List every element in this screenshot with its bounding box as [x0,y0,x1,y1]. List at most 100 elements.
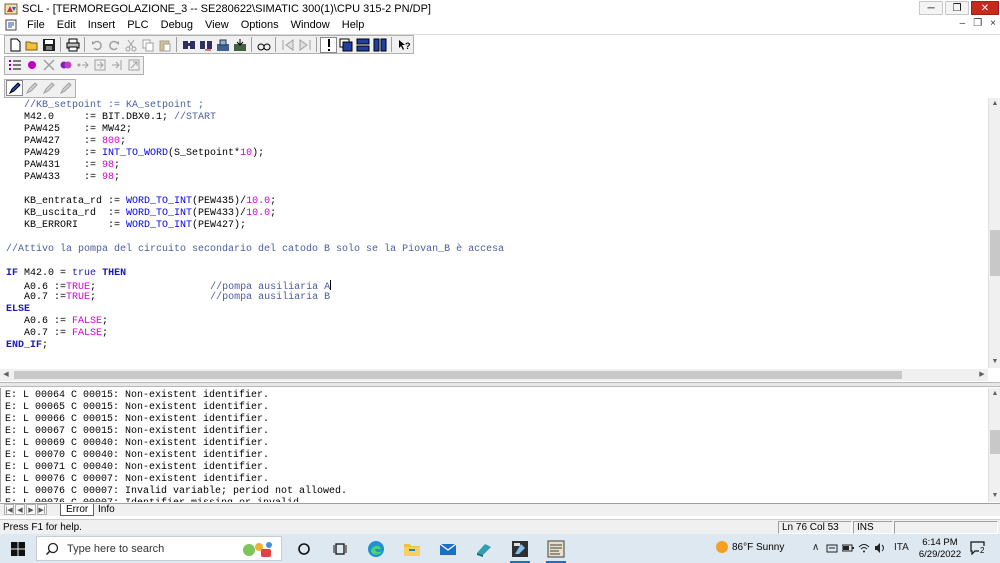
error-message[interactable]: E: L 00064 C 00015: Non-existent identif… [5,390,269,402]
redo-icon[interactable] [105,37,122,53]
window-cascade-icon[interactable] [337,37,354,53]
monitor-glasses-icon[interactable] [255,37,272,53]
language-indicator[interactable]: ITA [894,542,909,553]
code-line[interactable]: PAW427 := 800; [0,136,126,148]
close-button[interactable]: ✕ [971,1,999,15]
mdi-restore-button[interactable]: ❐ [973,18,982,29]
paste-icon[interactable] [156,37,173,53]
minimize-button[interactable]: ─ [919,1,943,15]
task-view-button[interactable] [286,534,322,563]
error-message[interactable]: E: L 00076 C 00007: Identifier missing o… [5,498,305,502]
code-line[interactable]: A0.7 :=TRUE; //pompa ausiliaria B [0,292,330,304]
editor-horizontal-scrollbar[interactable]: ◀ ▶ [0,369,988,381]
exclamation-icon[interactable] [320,36,337,53]
code-line[interactable]: PAW431 := 98; [0,160,120,172]
code-line[interactable]: KB_entrata_rd := WORD_TO_INT(PEW435)/10.… [0,196,276,208]
code-line[interactable]: PAW433 := 98; [0,172,120,184]
taskbar-search-box[interactable]: Type here to search [36,536,282,561]
tab-last-icon[interactable]: ▶| [37,504,47,515]
menu-options[interactable]: Options [235,18,285,32]
code-line[interactable]: ELSE [0,304,30,316]
scroll-right-arrow-icon[interactable]: ▶ [976,369,988,381]
taskbar-file-explorer[interactable] [394,534,430,563]
code-line[interactable]: A0.6 := FALSE; [0,316,108,328]
maximize-button[interactable]: ❐ [945,1,969,15]
error-message[interactable]: E: L 00071 C 00040: Non-existent identif… [5,462,269,474]
code-line[interactable]: PAW425 := MW42; [0,124,132,136]
menu-file[interactable]: File [21,18,51,32]
menu-plc[interactable]: PLC [121,18,154,32]
save-icon[interactable] [40,37,57,53]
list-icon[interactable] [6,57,23,73]
window-tile-vertical-icon[interactable] [371,37,388,53]
find-icon[interactable] [180,37,197,53]
code-editor[interactable]: //KB_setpoint := KA_setpoint ; M42.0 := … [0,98,988,368]
code-line[interactable]: END_IF; [0,340,48,352]
tab-prev-icon[interactable]: ◀ [15,504,25,515]
error-vertical-scrollbar[interactable]: ▲ ▼ [988,388,1000,502]
taskbar-clock[interactable]: 6:14 PM 6/29/2022 [916,537,964,561]
tab-error[interactable]: Error [60,504,95,516]
tab-first-icon[interactable]: |◀ [4,504,14,515]
menu-edit[interactable]: Edit [51,18,82,32]
code-line[interactable]: KB_ERRORI := WORD_TO_INT(PEW427); [0,220,246,232]
code-line[interactable]: PAW429 := INT_TO_WORD(S_Setpoint*10); [0,148,264,160]
breakpoint-prev-icon[interactable] [279,37,296,53]
error-scroll-up-arrow-icon[interactable]: ▲ [989,388,1000,400]
cut-icon[interactable] [122,37,139,53]
pen-edit-icon[interactable] [6,80,23,96]
battery-icon[interactable] [842,543,854,553]
menu-debug[interactable]: Debug [155,18,199,32]
menu-window[interactable]: Window [285,18,336,32]
volume-icon[interactable] [874,543,886,553]
code-line[interactable]: KB_uscita_rd := WORD_TO_INT(PEW433)/10.0… [0,208,276,220]
error-message[interactable]: E: L 00067 C 00015: Non-existent identif… [5,426,269,438]
error-message[interactable]: E: L 00070 C 00040: Non-existent identif… [5,450,269,462]
error-output-pane[interactable]: E: L 00064 C 00015: Non-existent identif… [0,388,988,502]
tray-overflow-chevron-icon[interactable]: ∧ [812,542,819,553]
print-icon[interactable] [64,37,81,53]
taskbar-mail[interactable] [430,534,466,563]
edit-gray-3-icon[interactable] [57,80,74,96]
taskbar-edge[interactable] [358,534,394,563]
menu-insert[interactable]: Insert [82,18,122,32]
scroll-left-arrow-icon[interactable]: ◀ [0,369,12,381]
editor-vertical-scrollbar[interactable]: ▲ ▼ [988,98,1000,368]
scroll-down-arrow-icon[interactable]: ▼ [989,356,1000,368]
network-icon[interactable] [858,543,870,553]
block-icon[interactable] [214,37,231,53]
document-icon[interactable] [5,19,17,31]
breakpoint-icon[interactable] [23,57,40,73]
menu-view[interactable]: View [199,18,235,32]
taskbar-step7[interactable] [466,534,502,563]
error-scroll-down-arrow-icon[interactable]: ▼ [989,490,1000,502]
step-over-icon[interactable] [74,57,91,73]
breakpoints-active-icon[interactable] [57,57,74,73]
editor-hscroll-thumb[interactable] [14,371,902,379]
editor-vscroll-thumb[interactable] [990,230,1000,276]
context-help-icon[interactable]: ? [395,37,412,53]
edit-gray-2-icon[interactable] [40,80,57,96]
breakpoint-next-icon[interactable] [296,37,313,53]
step-out-icon[interactable] [108,57,125,73]
taskbar-scl-editor[interactable] [502,534,538,563]
scroll-up-arrow-icon[interactable]: ▲ [989,98,1000,110]
tab-next-icon[interactable]: ▶ [26,504,36,515]
replace-icon[interactable] [197,37,214,53]
error-message[interactable]: E: L 00076 C 00007: Non-existent identif… [5,474,269,486]
onedrive-icon[interactable] [826,543,838,553]
open-folder-icon[interactable] [23,37,40,53]
error-message[interactable]: E: L 00066 C 00015: Non-existent identif… [5,414,269,426]
error-message[interactable]: E: L 00069 C 00040: Non-existent identif… [5,438,269,450]
edit-gray-1-icon[interactable] [23,80,40,96]
start-button[interactable] [0,534,36,563]
code-line[interactable]: //KB_setpoint := KA_setpoint ; [0,100,204,112]
code-line[interactable]: //Attivo la pompa del circuito secondari… [0,244,504,256]
code-line[interactable]: IF M42.0 = true THEN [0,268,126,280]
code-line[interactable]: M42.0 := BIT.DBX0.1; //START [0,112,216,124]
weather-widget[interactable]: 86°F Sunny [716,541,784,553]
step-into-icon[interactable] [91,57,108,73]
mdi-close-button[interactable]: × [990,18,996,29]
new-icon[interactable] [6,37,23,53]
notification-center-button[interactable]: 2 [970,541,986,556]
